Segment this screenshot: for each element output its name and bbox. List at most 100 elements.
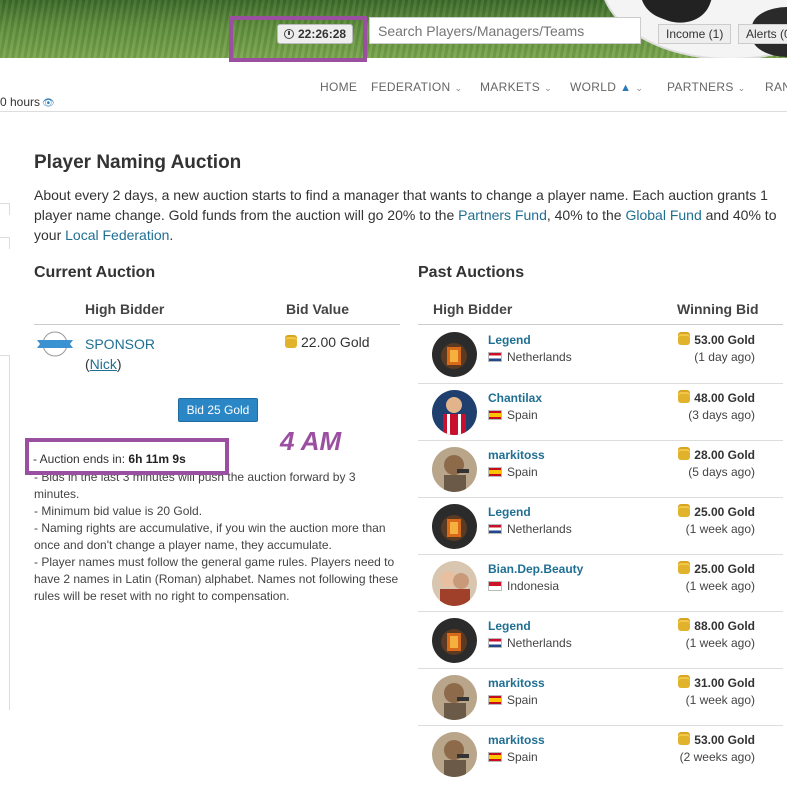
past-bidder-name[interactable]: Chantilax	[488, 391, 542, 405]
page-title: Player Naming Auction	[34, 152, 242, 173]
sponsor-logo	[37, 331, 73, 357]
avatar[interactable]	[432, 618, 477, 663]
nick-paren-close: )	[116, 356, 122, 372]
past-auction-row: Legend Netherlands 88.00 Gold (1 week ago)	[418, 611, 783, 668]
global-fund-link[interactable]: Global Fund	[625, 207, 701, 223]
nav-markets[interactable]: MARKETS ⌄	[480, 80, 552, 94]
winning-bid: 25.00 Gold	[678, 562, 755, 576]
rule-item: - Player names must follow the general g…	[34, 555, 399, 603]
country-name: Netherlands	[507, 636, 572, 650]
country-name: Netherlands	[507, 350, 572, 364]
current-bidder-nick-link[interactable]: Nick	[90, 356, 117, 372]
flag-icon	[488, 581, 502, 591]
current-col-bidder: High Bidder	[85, 301, 165, 317]
chevron-down-icon: ⌄	[635, 83, 644, 93]
gold-coins-icon	[678, 622, 691, 631]
avatar[interactable]	[432, 504, 477, 549]
eye-icon[interactable]: 👁	[42, 98, 55, 109]
country-name: Indonesia	[507, 579, 560, 593]
winning-bid: 53.00 Gold	[678, 733, 755, 747]
auction-ends-value: 6h 11m 9s	[128, 452, 186, 466]
avatar[interactable]	[432, 390, 477, 435]
alerts-button[interactable]: Alerts (0	[738, 24, 787, 44]
bid-time-ago: (5 days ago)	[688, 465, 755, 479]
gold-coins-icon	[678, 679, 691, 688]
nav-federation[interactable]: FEDERATION ⌄	[371, 80, 462, 94]
past-bidder-name[interactable]: Legend	[488, 333, 531, 347]
past-auction-row: markitoss Spain 53.00 Gold (2 weeks ago)	[418, 725, 783, 782]
hours-label: 0 hours	[0, 95, 41, 109]
winning-bid-value: 31.00 Gold	[694, 676, 755, 690]
winning-bid-value: 28.00 Gold	[694, 448, 755, 462]
winning-bid: 88.00 Gold	[678, 619, 755, 633]
past-bidder-name[interactable]: markitoss	[488, 733, 545, 747]
avatar[interactable]	[432, 332, 477, 377]
bid-button[interactable]: Bid 25 Gold	[178, 398, 258, 422]
winning-bid: 53.00 Gold	[678, 333, 755, 347]
bid-time-ago: (2 weeks ago)	[679, 750, 755, 764]
avatar[interactable]	[432, 447, 477, 492]
past-bidder-name[interactable]: markitoss	[488, 448, 545, 462]
nav-world-label: WORLD	[570, 80, 617, 94]
nav-home-label: HOME	[320, 80, 358, 94]
nav-world[interactable]: WORLD ▲ ⌄	[570, 80, 643, 94]
sidebar-edge	[0, 237, 10, 249]
partners-fund-link[interactable]: Partners Fund	[458, 207, 547, 223]
income-button[interactable]: Income (1)	[658, 24, 732, 44]
gold-coins-icon	[678, 336, 691, 345]
current-bid-value: 22.00 Gold	[285, 334, 370, 350]
avatar[interactable]	[432, 561, 477, 606]
nav-rankings-label: RAN	[765, 80, 787, 94]
current-auction-heading: Current Auction	[34, 264, 156, 281]
rule-item: - Minimum bid value is 20 Gold.	[34, 504, 203, 518]
past-bidder-name[interactable]: Legend	[488, 619, 531, 633]
past-bidder-name[interactable]: Legend	[488, 505, 531, 519]
sidebar-panel	[0, 355, 10, 710]
bid-time-ago: (1 week ago)	[685, 636, 755, 650]
sidebar-edge	[0, 203, 10, 215]
past-col-bidder: High Bidder	[433, 301, 513, 317]
current-col-value: Bid Value	[286, 301, 350, 317]
past-auction-row: Bian.Dep.Beauty Indonesia 25.00 Gold (1 wee…	[418, 554, 783, 611]
rule-item: - Naming rights are accumulative, if you…	[34, 521, 386, 552]
chevron-down-icon: ⌄	[454, 83, 463, 93]
past-bidder-country: Spain	[488, 750, 538, 764]
bid-time-ago: (1 week ago)	[685, 579, 755, 593]
chevron-down-icon: ⌄	[544, 83, 552, 93]
past-bidder-name[interactable]: Bian.Dep.Beauty	[488, 562, 583, 576]
search-input[interactable]	[369, 17, 641, 44]
winning-bid: 25.00 Gold	[678, 505, 755, 519]
local-federation-link[interactable]: Local Federation	[65, 227, 169, 243]
gold-coins-icon	[678, 508, 691, 517]
gold-coins-icon	[678, 565, 691, 574]
winning-bid-value: 88.00 Gold	[694, 619, 755, 633]
avatar[interactable]	[432, 732, 477, 777]
clock-highlight-box	[229, 16, 367, 62]
avatar[interactable]	[432, 675, 477, 720]
past-auction-row: Legend Netherlands 53.00 Gold (1 day ago)	[418, 326, 783, 383]
country-name: Spain	[507, 465, 538, 479]
current-bidder-name[interactable]: SPONSOR	[85, 334, 155, 354]
divider	[418, 324, 783, 325]
winning-bid-value: 53.00 Gold	[694, 333, 755, 347]
gold-coins-icon	[678, 451, 691, 460]
current-bidder-nick: (Nick)	[85, 354, 122, 374]
past-auction-row: Legend Netherlands 25.00 Gold (1 week ago)	[418, 497, 783, 554]
past-bidder-name[interactable]: markitoss	[488, 676, 545, 690]
past-bidder-country: Spain	[488, 465, 538, 479]
past-auction-row: markitoss Spain 28.00 Gold (5 days ago)	[418, 440, 783, 497]
annotation-4am: 4 AM	[280, 426, 342, 456]
intro-text-part: , 40% to the	[546, 207, 626, 223]
bid-time-ago: (3 days ago)	[688, 408, 755, 422]
past-auction-row: markitoss Spain 31.00 Gold (1 week ago)	[418, 668, 783, 725]
past-col-bid: Winning Bid	[677, 301, 759, 317]
nav-partners[interactable]: PARTNERS ⌄	[667, 80, 745, 94]
nav-home[interactable]: HOME	[320, 80, 357, 94]
intro-text-part: .	[169, 227, 174, 243]
country-name: Spain	[507, 408, 538, 422]
nav-rankings[interactable]: RAN	[765, 80, 787, 94]
gold-coins-icon	[285, 339, 297, 348]
hours-indicator[interactable]: 0 hours 👁	[0, 95, 55, 109]
warning-icon: ▲	[620, 82, 632, 94]
flag-icon	[488, 695, 502, 705]
